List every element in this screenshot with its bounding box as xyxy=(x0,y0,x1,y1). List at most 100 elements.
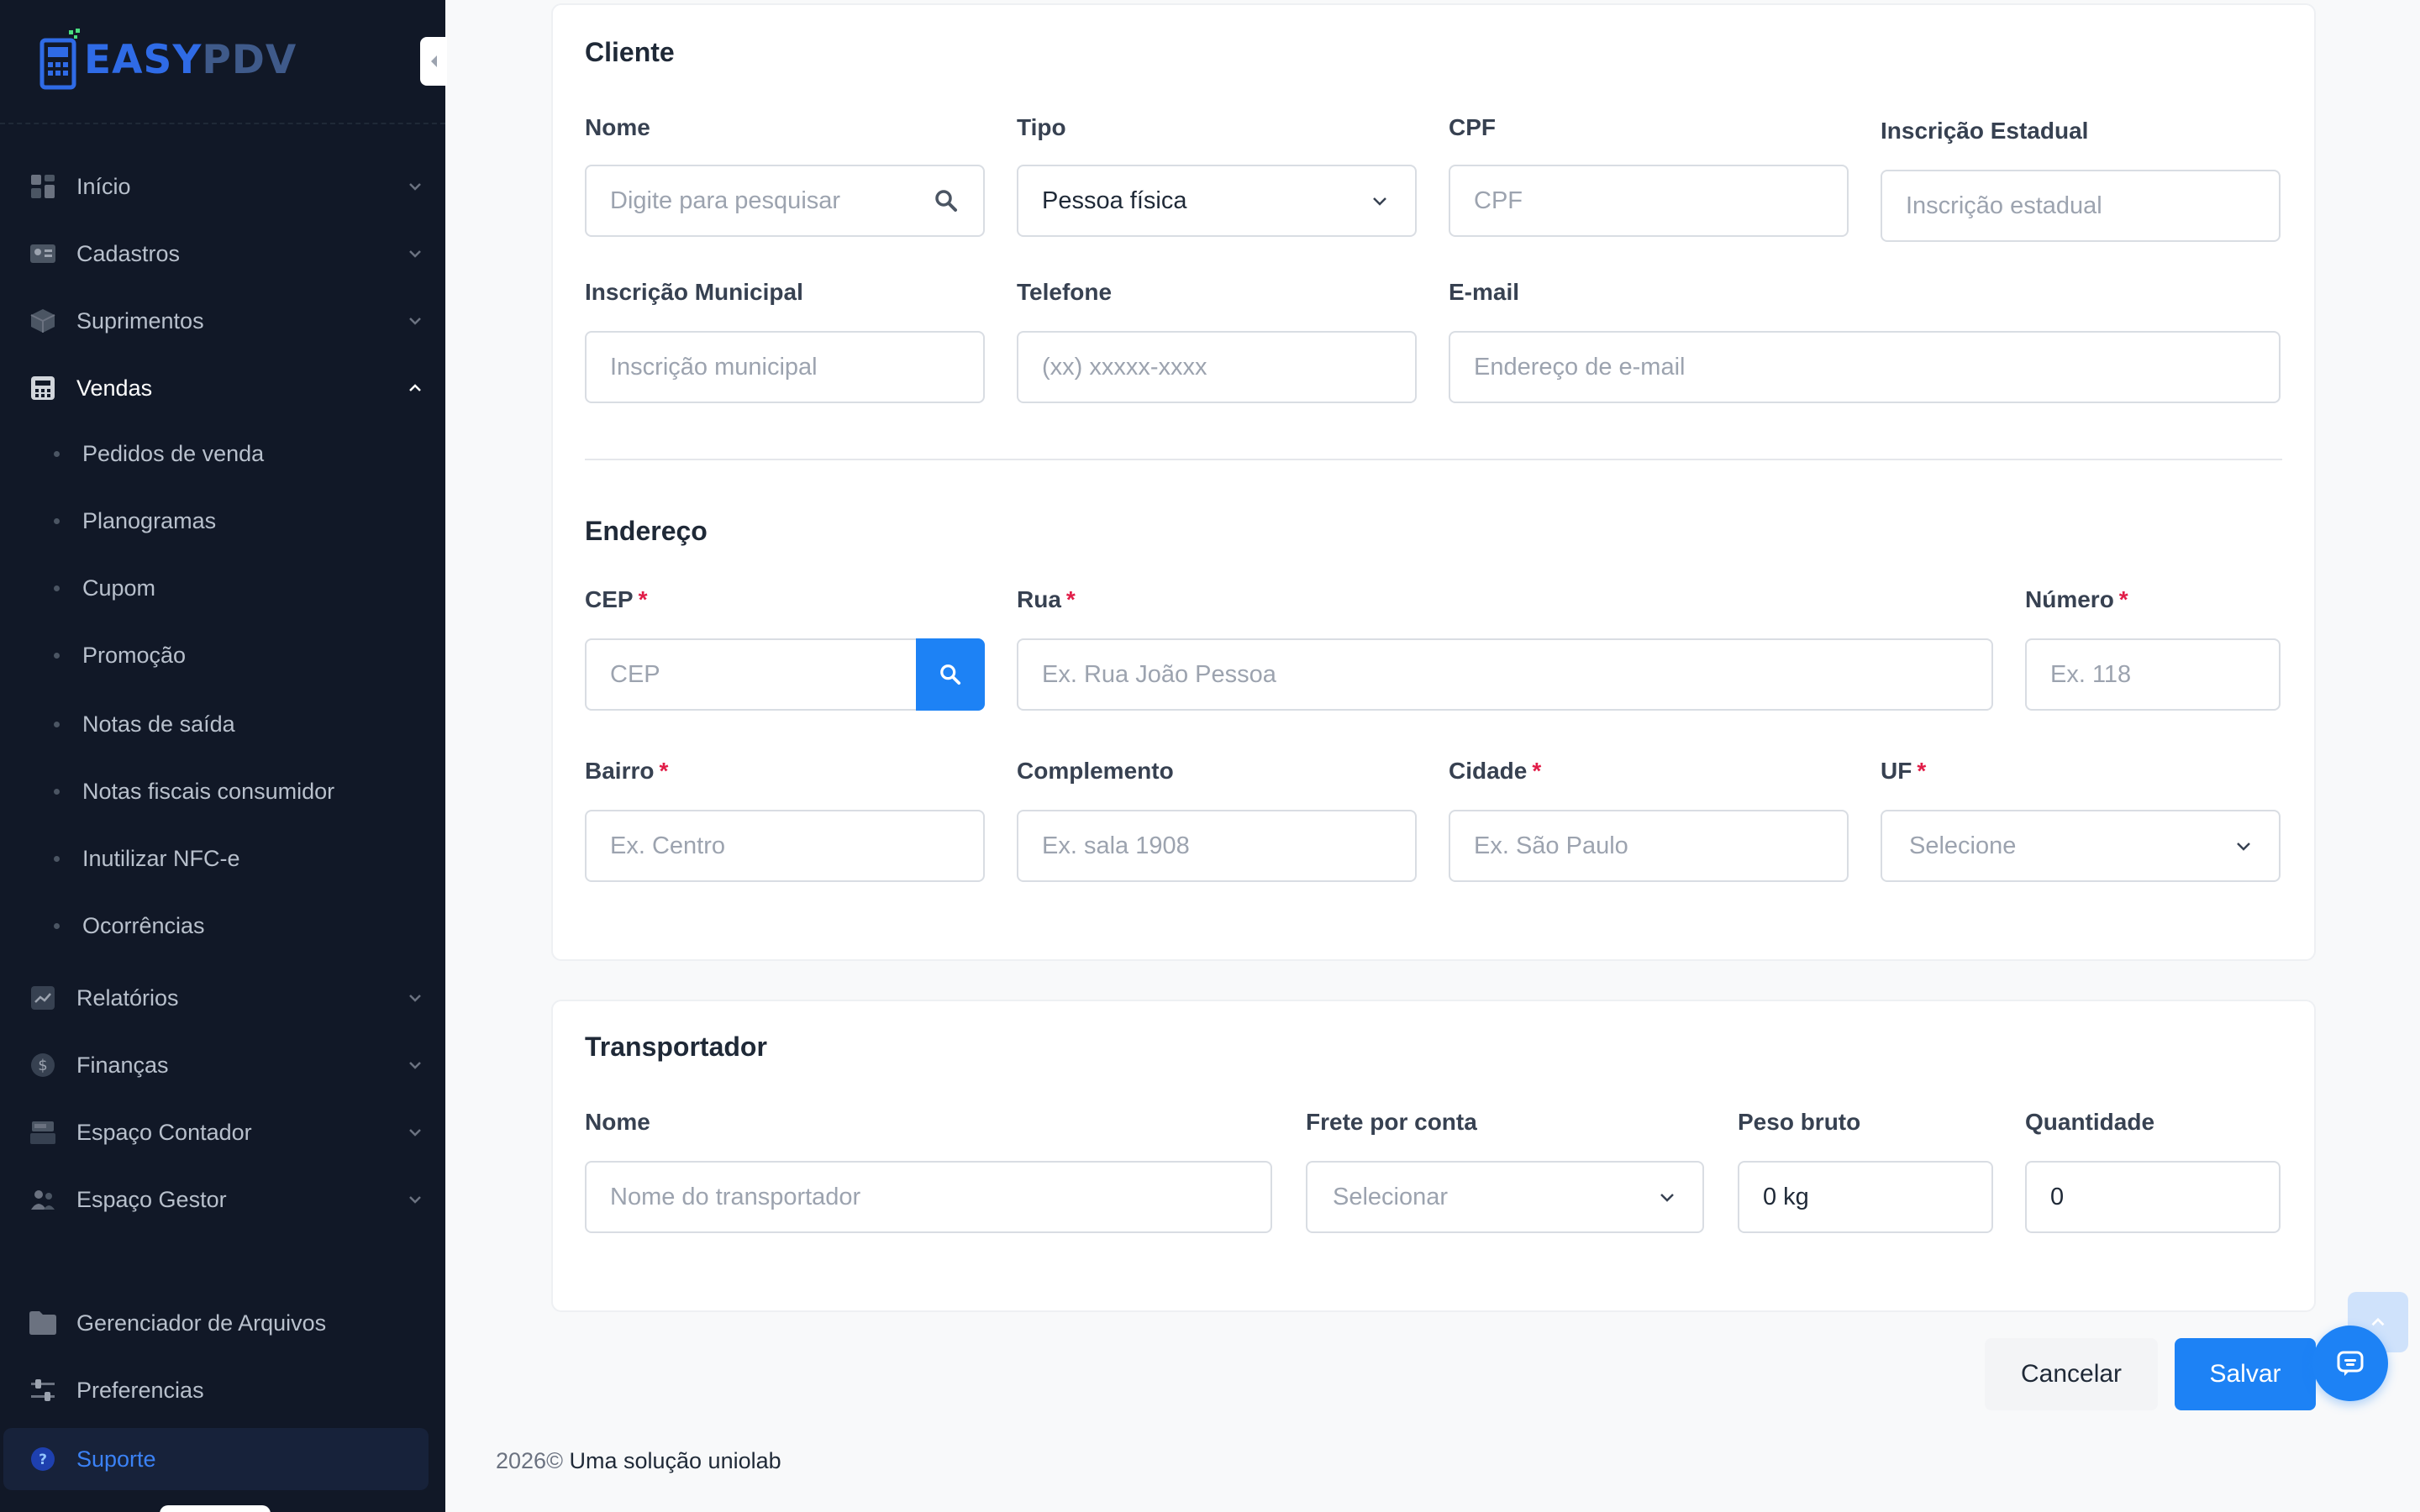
required-mark: * xyxy=(2118,586,2128,612)
sidebar-item-inicio[interactable]: Início xyxy=(0,157,445,216)
endereco-cep-placeholder: CEP xyxy=(610,660,660,688)
sidebar-item-label: Preferencias xyxy=(76,1377,204,1403)
sidebar-collapse-button[interactable] xyxy=(420,37,447,86)
bullet-icon xyxy=(54,922,60,929)
cliente-im-placeholder: Inscrição municipal xyxy=(610,353,818,381)
endereco-numero-placeholder: Ex. 118 xyxy=(2050,660,2132,688)
cliente-cpf-input[interactable]: CPF xyxy=(1449,165,1849,237)
chevron-down-icon xyxy=(409,995,421,1002)
endereco-complemento-placeholder: Ex. sala 1908 xyxy=(1042,832,1190,859)
endereco-bairro-input[interactable]: Ex. Centro xyxy=(585,810,985,882)
chat-support-button[interactable] xyxy=(2312,1326,2388,1401)
svg-text:$: $ xyxy=(38,1057,47,1074)
cep-search-button[interactable] xyxy=(916,638,985,711)
sidebar-subitem-ocorrencias[interactable]: Ocorrências xyxy=(0,900,445,951)
app-logo[interactable]: EASYPDV xyxy=(37,29,297,91)
sidebar-item-espaco-gestor[interactable]: Espaço Gestor xyxy=(0,1170,445,1229)
sidebar-item-espaco-contador[interactable]: Espaço Contador xyxy=(0,1103,445,1162)
transportador-peso-input[interactable]: 0 kg xyxy=(1738,1161,1993,1233)
sidebar-item-label: Relatórios xyxy=(76,984,179,1011)
calculator-icon xyxy=(29,374,57,402)
folder-icon xyxy=(29,1309,57,1337)
sidebar-item-suporte[interactable]: ? Suporte xyxy=(3,1428,429,1490)
endereco-uf-placeholder: Selecione xyxy=(1909,832,2017,859)
transportador-peso-label: Peso bruto xyxy=(1738,1109,1861,1135)
endereco-uf-select[interactable]: Selecione xyxy=(1881,810,2281,882)
chevron-down-icon xyxy=(409,1062,421,1069)
users-icon xyxy=(29,1185,57,1214)
endereco-rua-input[interactable]: Ex. Rua João Pessoa xyxy=(1017,638,1993,711)
chevron-up-icon xyxy=(409,384,421,391)
cliente-telefone-placeholder: (xx) xxxxx-xxxx xyxy=(1042,353,1207,381)
sidebar-subitem-planogramas[interactable]: Planogramas xyxy=(0,496,445,546)
sidebar-subitem-pedidos-de-venda[interactable]: Pedidos de venda xyxy=(0,428,445,479)
sidebar-subitem-label: Inutilizar NFC-e xyxy=(82,845,240,871)
save-button[interactable]: Salvar xyxy=(2175,1338,2316,1410)
sidebar-subitem-label: Ocorrências xyxy=(82,912,205,938)
sidebar-subitem-cupom[interactable]: Cupom xyxy=(0,563,445,613)
sidebar-subitem-label: Cupom xyxy=(82,575,156,601)
box-icon xyxy=(29,307,57,335)
sidebar-item-financas[interactable]: $ Finanças xyxy=(0,1036,445,1095)
endereco-uf-label: UF * xyxy=(1881,758,1926,785)
bullet-icon xyxy=(54,517,60,524)
cliente-telefone-label: Telefone xyxy=(1017,279,1113,305)
endereco-cidade-label-text: Cidade xyxy=(1449,758,1528,784)
footer-text: Uma solução uniolab xyxy=(569,1448,781,1473)
cliente-nome-label: Nome xyxy=(585,114,650,140)
sidebar-item-label: Vendas xyxy=(76,375,153,401)
transportador-peso-value: 0 kg xyxy=(1763,1183,1809,1210)
endereco-cep-input[interactable]: CEP xyxy=(585,638,918,711)
logo-easy: EASY xyxy=(84,36,203,83)
endereco-numero-label-text: Número xyxy=(2025,586,2114,612)
transportador-nome-input[interactable]: Nome do transportador xyxy=(585,1161,1272,1233)
sidebar-item-cadastros[interactable]: Cadastros xyxy=(0,224,445,283)
sidebar-item-suprimentos[interactable]: Suprimentos xyxy=(0,291,445,350)
chevron-down-icon xyxy=(1660,1194,1674,1202)
cliente-email-label: E-mail xyxy=(1449,279,1520,305)
cliente-tipo-select[interactable]: Pessoa física xyxy=(1017,165,1417,237)
cliente-im-label: Inscrição Municipal xyxy=(585,279,803,305)
cliente-email-input[interactable]: Endereço de e-mail xyxy=(1449,331,2281,403)
chart-icon xyxy=(29,984,57,1012)
endereco-rua-label: Rua * xyxy=(1017,586,1076,613)
required-mark: * xyxy=(1917,758,1927,784)
sidebar-subitem-notas-fiscais-consumidor[interactable]: Notas fiscais consumidor xyxy=(0,766,445,816)
sidebar-item-relatorios[interactable]: Relatórios xyxy=(0,969,445,1027)
transportador-frete-select[interactable]: Selecionar xyxy=(1306,1161,1704,1233)
sidebar-subitem-label: Notas fiscais consumidor xyxy=(82,778,335,804)
bullet-icon xyxy=(54,788,60,795)
scroll-handle[interactable] xyxy=(160,1505,271,1512)
endereco-cidade-placeholder: Ex. São Paulo xyxy=(1474,832,1628,859)
section-divider xyxy=(585,459,2282,460)
sidebar-item-vendas[interactable]: Vendas xyxy=(0,359,445,417)
cliente-im-input[interactable]: Inscrição municipal xyxy=(585,331,985,403)
sidebar-item-preferencias[interactable]: Preferencias xyxy=(0,1361,445,1420)
chevron-down-icon xyxy=(409,1196,421,1204)
id-card-icon xyxy=(29,239,57,268)
endereco-numero-input[interactable]: Ex. 118 xyxy=(2025,638,2281,711)
sidebar-item-gerenciador-de-arquivos[interactable]: Gerenciador de Arquivos xyxy=(0,1294,445,1352)
endereco-cidade-input[interactable]: Ex. São Paulo xyxy=(1449,810,1849,882)
sidebar-item-label: Espaço Gestor xyxy=(76,1186,227,1212)
cliente-cpf-placeholder: CPF xyxy=(1474,186,1523,214)
required-mark: * xyxy=(659,758,669,784)
cancel-button[interactable]: Cancelar xyxy=(1985,1338,2158,1410)
endereco-bairro-label-text: Bairro xyxy=(585,758,655,784)
sidebar-subitem-label: Promoção xyxy=(82,642,187,668)
transportador-quantidade-input[interactable]: 0 xyxy=(2025,1161,2281,1233)
cliente-telefone-input[interactable]: (xx) xxxxx-xxxx xyxy=(1017,331,1417,403)
sidebar-subitem-promocao[interactable]: Promoção xyxy=(0,630,445,680)
endereco-cep-label-text: CEP xyxy=(585,586,634,612)
endereco-complemento-input[interactable]: Ex. sala 1908 xyxy=(1017,810,1417,882)
chevron-up-icon xyxy=(2371,1317,2385,1326)
sidebar-item-label: Cadastros xyxy=(76,240,181,266)
sidebar-subitem-inutilizar-nfce[interactable]: Inutilizar NFC-e xyxy=(0,833,445,884)
chevron-down-icon xyxy=(409,183,421,191)
footer-year: 2026© xyxy=(496,1448,563,1473)
cliente-nome-search-input[interactable]: Digite para pesquisar xyxy=(585,165,985,237)
sidebar-subitem-notas-de-saida[interactable]: Notas de saída xyxy=(0,699,445,749)
bullet-icon xyxy=(54,450,60,457)
cash-register-icon xyxy=(29,1118,57,1147)
cliente-ie-input[interactable]: Inscrição estadual xyxy=(1881,170,2281,242)
